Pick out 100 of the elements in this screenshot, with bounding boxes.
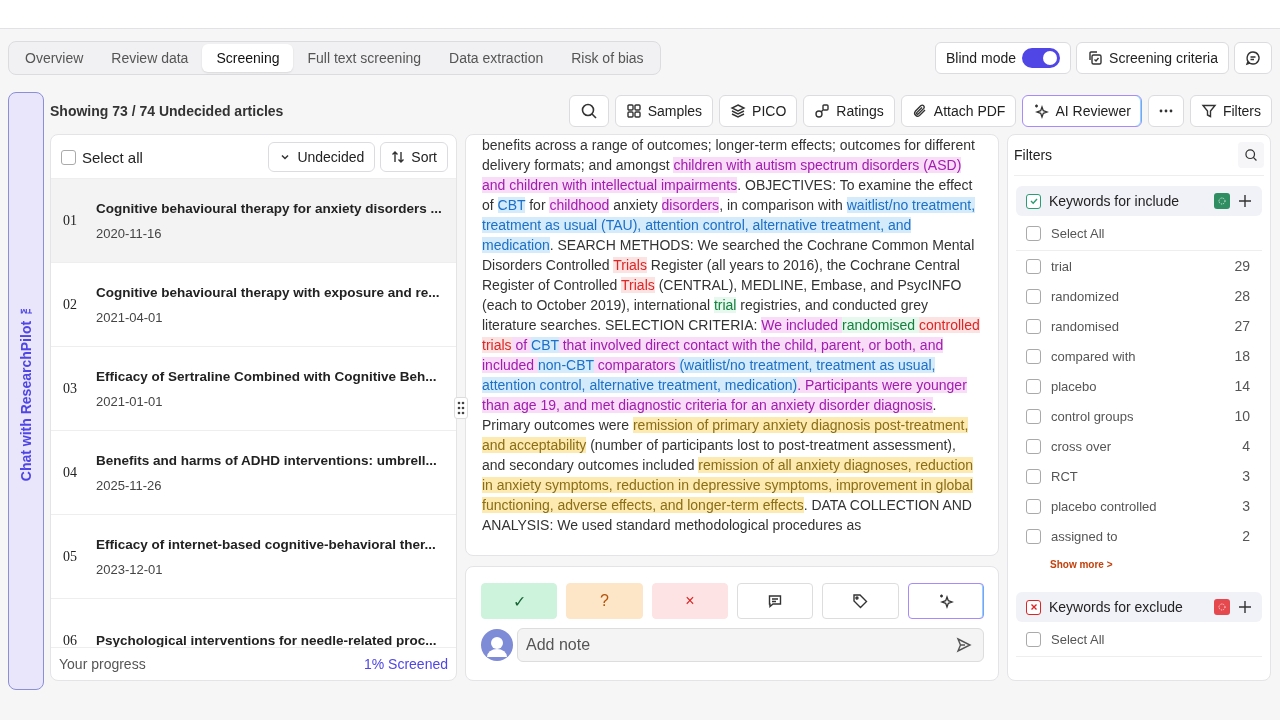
article-title: Benefits and harms of ADHD interventions: umbrell...	[96, 452, 437, 468]
sparkle-icon	[937, 593, 954, 609]
toolbar-button[interactable]: Filters	[1189, 95, 1272, 127]
search-button[interactable]	[568, 95, 609, 127]
article-row[interactable]: 06 Psychological interventions for needle-related proc...	[51, 599, 456, 647]
article-title: Efficacy of Sertraline Combined with Cognitive Beh...	[96, 368, 437, 384]
show-more-link[interactable]: Show more >	[1050, 559, 1113, 570]
tab[interactable]: Full text screening	[293, 43, 436, 72]
toolbar-button[interactable]: Ratings	[803, 95, 895, 127]
keyword-checkbox[interactable]: randomized	[1026, 288, 1119, 304]
search-button[interactable]	[1238, 142, 1264, 168]
group-title: Keywords for exclude	[1049, 599, 1184, 615]
filter-icon	[1200, 103, 1217, 119]
toolbar-button[interactable]: PICO	[719, 95, 798, 127]
article-number: 04	[63, 464, 78, 481]
article-title: Cognitive behavioural therapy with exposure and re...	[96, 284, 440, 300]
chat-icon	[1245, 49, 1261, 66]
keyword-checkbox[interactable]: trial	[1026, 258, 1072, 274]
keyword-count: 27	[1234, 318, 1250, 334]
comment-icon	[767, 593, 784, 609]
select-all-checkbox[interactable]: Select all	[61, 148, 143, 166]
keyword-count: 18	[1234, 348, 1250, 364]
article-number: 01	[63, 212, 78, 229]
plus-icon[interactable]	[1238, 194, 1252, 208]
close-icon	[1028, 602, 1039, 612]
search-icon	[1244, 147, 1258, 163]
article-number: 06	[63, 632, 78, 647]
article-date: 2025-11-26	[96, 477, 163, 493]
keyword-checkbox[interactable]: compared with	[1026, 348, 1136, 364]
keyword-checkbox[interactable]: placebo	[1026, 378, 1097, 394]
decision-button[interactable]: ×	[651, 583, 728, 619]
article-date: 2023-12-01	[96, 561, 164, 577]
keyword-count: 2	[1242, 528, 1250, 544]
check-icon	[1028, 196, 1039, 206]
keyword-checkbox[interactable]: randomised	[1026, 318, 1119, 334]
tab[interactable]: Review data	[97, 43, 203, 72]
sort-icon	[391, 150, 406, 164]
abstract-text: benefits across a range of outcomes; longer-term effects; outcomes for different delivery formats; and amongst children with autism spectrum disorders (ASD) and children with intellectual impairments. OBJECTIVES: To examine the effect of CBT for childhood anxiety disorders, in comparison with waitlist/no treatment, treatment as usual (TAU), attention control, alternative treatment, and medication. SEARCH METHODS: We searched the Cochrane Common Mental Disorders Controlled Trials Register (all years to 2016), the Cochrane Central Register of Controlled Trials (CENTRAL), MEDLINE, Embase, and PsycINFO (each to October 2019), international trial registries, and conducted grey literature searches. SELECTION CRITERIA: We included randomised controlled trials of CBT that involved direct contact with the child, parent, or both, and included non-CBT comparators (waitlist/no treatment, treatment as usual, attention control, alternative treatment, medication). Participants were younger than age 19, and met diagnostic criteria for an anxiety disorder diagnosis. Primary outcomes were remission of primary anxiety diagnosis post-treatment, and acceptability (number of participants lost to post-treatment assessment), and secondary outcomes included remission of all anxiety diagnoses, reduction in anxiety symptoms, reduction in depressive symptoms, improvement in global functioning, adverse effects, and longer-term effects. DATA COLLECTION AND ANALYSIS: We used standard methodological procedures as	[482, 136, 980, 535]
shapes-icon	[814, 103, 831, 119]
sparkle-icon	[1033, 103, 1050, 119]
toggle-switch[interactable]	[1022, 47, 1061, 68]
keyword-count: 29	[1234, 258, 1250, 274]
keyword-group-header[interactable]: Keywords for exclude	[1016, 592, 1262, 622]
keyword-checkbox[interactable]: assigned to	[1026, 528, 1118, 544]
article-date: 2021-01-01	[96, 393, 164, 409]
status-dropdown[interactable]: Undecided	[268, 142, 376, 172]
select-all-checkbox[interactable]: Select All	[1016, 622, 1262, 657]
toolbar-button[interactable]: Samples	[614, 95, 714, 127]
copy-check-icon	[1087, 49, 1104, 66]
keyword-checkbox[interactable]: placebo controlled	[1026, 498, 1157, 514]
comment-button[interactable]	[737, 583, 814, 619]
sort-button[interactable]: Sort	[380, 142, 448, 172]
keyword-count: 10	[1234, 408, 1250, 424]
filters-title: Filters	[1014, 147, 1053, 163]
avatar-icon	[481, 629, 513, 661]
article-number: 02	[63, 296, 78, 313]
toolbar-button[interactable]: Attach PDF	[900, 95, 1017, 127]
blind-mode-toggle[interactable]: Blind mode	[935, 41, 1072, 74]
drag-handle-icon[interactable]	[454, 397, 468, 419]
layers-icon	[730, 103, 747, 119]
keyword-checkbox[interactable]: control groups	[1026, 408, 1134, 424]
chat-side-tab[interactable]: Chat with ResearchPilot ™	[8, 92, 44, 690]
note-input[interactable]: Add note	[517, 628, 984, 662]
progress-label: Your progress	[59, 656, 146, 672]
more-icon	[1158, 109, 1173, 113]
group-checkbox[interactable]	[1026, 599, 1041, 615]
progress-value: 1% Screened	[363, 656, 448, 672]
keyword-group-header[interactable]: Keywords for include	[1016, 186, 1262, 216]
group-title: Keywords for include	[1049, 193, 1180, 209]
article-row[interactable]: 04 Benefits and harms of ADHD interventions: umbrell... 2025-11-26	[51, 431, 456, 515]
keyword-count: 14	[1234, 378, 1250, 394]
tab[interactable]: Screening	[202, 43, 294, 72]
article-title: Psychological interventions for needle-related proc...	[96, 633, 437, 647]
decision-button[interactable]: ?	[566, 583, 643, 619]
keyword-count: 28	[1234, 288, 1250, 304]
screening-criteria-button[interactable]: Screening criteria	[1076, 41, 1229, 74]
plus-icon[interactable]	[1238, 600, 1252, 614]
tab[interactable]: Data extraction	[435, 43, 558, 72]
toolbar-button[interactable]: AI Reviewer	[1022, 95, 1142, 127]
paperclip-icon	[911, 103, 928, 119]
article-number: 03	[63, 380, 78, 397]
ai-button[interactable]	[907, 583, 984, 619]
tab[interactable]: Risk of bias	[557, 43, 658, 72]
group-checkbox[interactable]	[1026, 193, 1041, 209]
keyword-checkbox[interactable]: cross over	[1026, 438, 1111, 454]
article-title: Cognitive behavioural therapy for anxiety disorders ...	[96, 200, 442, 216]
decision-button[interactable]: ✓	[481, 583, 558, 619]
send-icon[interactable]	[956, 637, 972, 653]
article-row[interactable]: 05 Efficacy of internet-based cognitive-behavioral ther... 2023-12-01	[51, 515, 456, 599]
article-row[interactable]: 01 Cognitive behavioural therapy for anxiety disorders ... 2020-11-16	[51, 179, 456, 263]
keyword-count: 4	[1242, 438, 1250, 454]
select-all-checkbox[interactable]: Select All	[1016, 216, 1262, 251]
tab[interactable]: Overview	[11, 43, 98, 72]
tag-button[interactable]	[822, 583, 899, 619]
article-row[interactable]: 02 Cognitive behavioural therapy with exposure and re... 2021-04-01	[51, 263, 456, 347]
article-number: 05	[63, 548, 78, 565]
keyword-checkbox[interactable]: RCT	[1026, 468, 1078, 484]
chat-button[interactable]	[1234, 41, 1272, 74]
search-icon	[579, 102, 598, 120]
article-count-heading: Showing 73 / 74 Undecided articles	[50, 103, 284, 119]
